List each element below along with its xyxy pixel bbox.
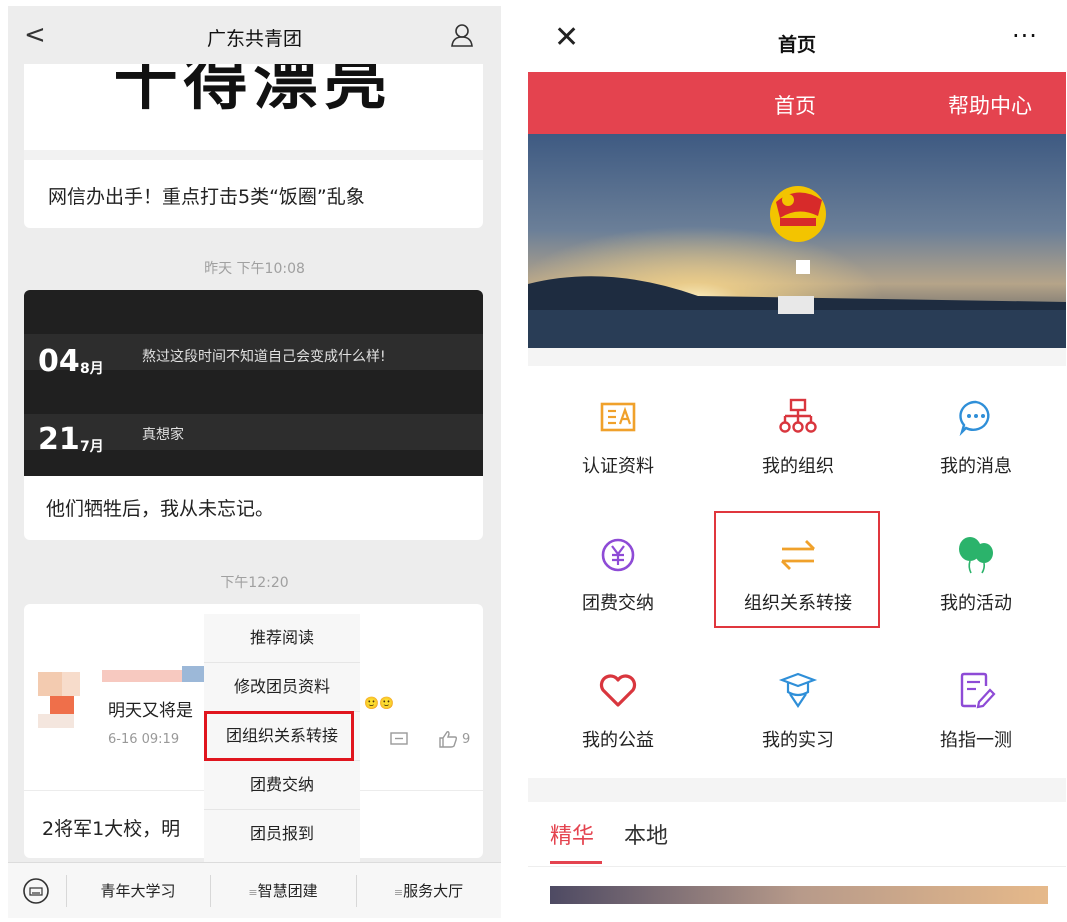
- post-text: 明天又将是: [108, 701, 193, 721]
- section-gap: [528, 778, 1066, 802]
- article-card[interactable]: 他们牺牲后，我从未忘记。: [24, 476, 483, 540]
- article-title: 他们牺牲后，我从未忘记。: [46, 498, 275, 520]
- left-phone-screen: < 广东共青团 十得漂亮 网信办出手！重点打击5类“饭圈”乱象 昨天 下午10:…: [8, 6, 501, 918]
- id-card-icon: [600, 402, 636, 432]
- dark-card-text: 熬过这段时间不知道自己会变成什么样!: [142, 349, 386, 365]
- grid-item-certification[interactable]: 认证资料: [528, 396, 708, 486]
- bottom-menu-bar: 青年大学习 ≡智慧团建 ≡服务大厅: [8, 862, 501, 918]
- grid-item-dues-payment[interactable]: 团费交纳: [528, 533, 708, 623]
- article-thumbnail-partial[interactable]: [550, 886, 1048, 904]
- red-header-bar: 首页 帮助中心: [528, 72, 1066, 134]
- blurred-text-block: [796, 260, 810, 274]
- avatar: [38, 714, 74, 728]
- menu-item-edit-member-info[interactable]: 修改团员资料: [204, 663, 360, 712]
- more-icon[interactable]: ···: [1012, 22, 1038, 50]
- article-title: 网信办出手！重点打击5类“饭圈”乱象: [48, 186, 365, 208]
- balloons-icon: [959, 537, 993, 574]
- menu-item-member-registration[interactable]: 团员报到: [204, 810, 360, 858]
- menu-item-dues-payment[interactable]: 团费交纳: [204, 761, 360, 810]
- chat-bubble-icon: [959, 400, 990, 437]
- tab-local[interactable]: 本地: [624, 818, 668, 850]
- org-chart-icon: [779, 398, 817, 433]
- article-title: 2将军1大校，明: [42, 818, 181, 840]
- article-card[interactable]: 网信办出手！重点打击5类“饭圈”乱象: [24, 160, 483, 228]
- date-day: 04: [38, 344, 80, 379]
- yuan-coin-icon: [601, 538, 635, 572]
- menu-item-recommended-reading[interactable]: 推荐阅读: [204, 614, 360, 663]
- grid-item-my-charity[interactable]: 我的公益: [528, 668, 708, 758]
- post-time: 6-16 09:19: [108, 732, 180, 747]
- edit-note-icon: [960, 672, 996, 709]
- dark-card-text: 真想家: [142, 427, 184, 443]
- nav-title: 广东共青团: [206, 28, 302, 50]
- active-tab-underline: [550, 861, 602, 864]
- tab-smart-league[interactable]: ≡智慧团建: [210, 863, 356, 918]
- tab-youth-study[interactable]: 青年大学习: [66, 863, 210, 918]
- heart-icon: [599, 674, 637, 707]
- blurred-text-block: [778, 296, 814, 314]
- avatar: [38, 672, 62, 696]
- grid-item-label: 团费交纳: [582, 593, 654, 614]
- league-emblem-icon: [770, 186, 826, 242]
- graduation-cap-icon: [778, 672, 818, 708]
- like-count: 9: [462, 732, 471, 747]
- grid-item-my-activities[interactable]: 我的活动: [886, 533, 1066, 623]
- date-month: 8月: [80, 361, 104, 377]
- emoji-icon: 🙂🙂: [364, 696, 394, 710]
- date-day: 21: [38, 422, 80, 457]
- grid-item-my-organization[interactable]: 我的组织: [708, 396, 888, 486]
- grid-item-fortune-test[interactable]: 掐指一测: [886, 668, 1066, 758]
- blurred-username: [102, 670, 182, 682]
- divider: [24, 150, 483, 160]
- highlight-box: [204, 711, 354, 761]
- grid-item-label: 我的公益: [582, 730, 654, 751]
- timestamp: 昨天 下午10:08: [204, 261, 305, 277]
- tab-featured[interactable]: 精华: [550, 818, 594, 850]
- grid-item-label: 我的活动: [940, 593, 1012, 614]
- grid-item-label: 我的消息: [940, 456, 1012, 477]
- submenu-icon: ≡: [248, 886, 258, 899]
- grid-item-label: 掐指一测: [940, 730, 1012, 751]
- right-phone-screen: ✕ 首页 ··· 首页 帮助中心 认证资料 我的组织 我的消息 团费交纳 组织关…: [528, 6, 1066, 918]
- comment-icon[interactable]: [390, 732, 408, 748]
- section-gap: [528, 348, 1066, 366]
- submenu-icon: ≡: [393, 886, 404, 899]
- hero-banner: [528, 134, 1066, 348]
- top-nav-bar: ✕ 首页 ···: [528, 6, 1066, 72]
- grid-item-label: 我的实习: [762, 730, 834, 751]
- top-nav-bar: < 广东共青团: [8, 6, 501, 64]
- keyboard-toggle-icon[interactable]: [22, 877, 50, 905]
- grid-item-label: 认证资料: [582, 456, 654, 477]
- grid-item-my-internship[interactable]: 我的实习: [708, 668, 888, 758]
- link-help-center[interactable]: 帮助中心: [948, 90, 1032, 120]
- highlight-box: [714, 511, 880, 628]
- dark-article-card[interactable]: 04 8月 熬过这段时间不知道自己会变成什么样! 21 7月 真想家: [24, 290, 483, 476]
- timestamp: 下午12:20: [220, 575, 289, 591]
- profile-icon[interactable]: [449, 22, 475, 48]
- avatar: [50, 696, 74, 714]
- nav-title: 首页: [777, 34, 816, 56]
- avatar: [62, 672, 80, 696]
- thumbs-up-icon[interactable]: [438, 730, 458, 748]
- article-headline-partial[interactable]: 十得漂亮: [24, 64, 483, 150]
- date-month: 7月: [80, 439, 104, 455]
- grid-item-label: 我的组织: [762, 456, 834, 477]
- grid-item-my-messages[interactable]: 我的消息: [886, 396, 1066, 486]
- link-home[interactable]: 首页: [774, 90, 816, 120]
- divider: [528, 866, 1066, 867]
- tab-service-hall[interactable]: ≡服务大厅: [356, 863, 501, 918]
